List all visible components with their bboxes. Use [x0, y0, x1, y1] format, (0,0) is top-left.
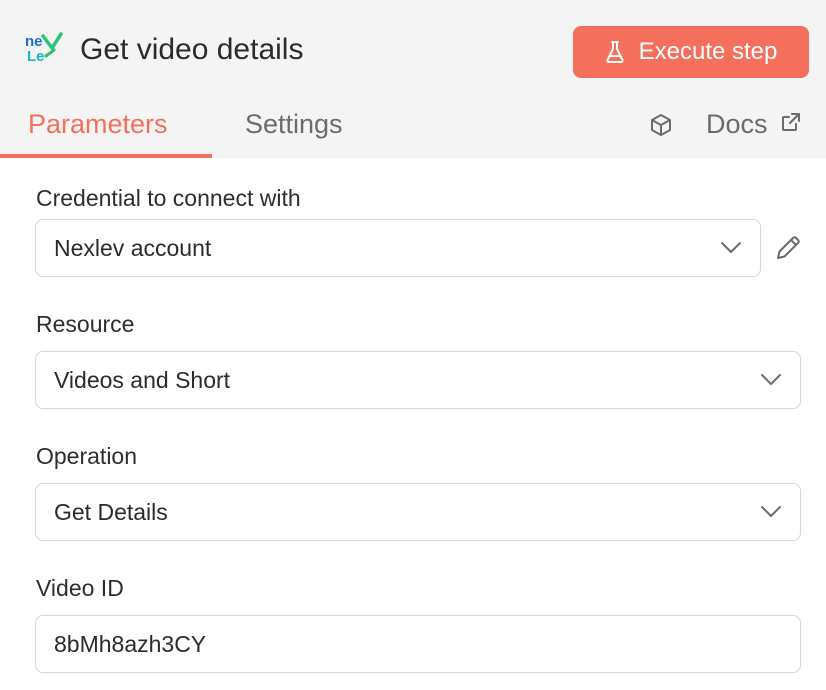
operation-value: Get Details — [54, 498, 168, 525]
credential-label: Credential to connect with — [36, 185, 301, 211]
svg-text:Le: Le — [27, 48, 45, 65]
operation-select[interactable]: Get Details — [35, 483, 801, 541]
credential-select[interactable]: Nexlev account — [35, 219, 761, 277]
cube-icon[interactable] — [648, 112, 674, 138]
flask-icon — [605, 40, 625, 64]
operation-label: Operation — [36, 443, 138, 469]
node-title: Get video details — [80, 33, 304, 66]
execute-step-label: Execute step — [638, 38, 778, 65]
chevron-down-icon — [721, 242, 741, 253]
tab-parameters[interactable]: Parameters — [28, 106, 168, 142]
resource-select[interactable]: Videos and Short — [35, 351, 801, 409]
active-tab-indicator — [0, 154, 212, 158]
video-id-value: 8bMh8azh3CY — [54, 630, 207, 657]
video-id-label: Video ID — [36, 575, 124, 601]
video-id-input[interactable]: 8bMh8azh3CY — [35, 615, 801, 673]
tab-settings[interactable]: Settings — [245, 106, 343, 142]
nexlev-logo-icon: ne Le — [24, 30, 64, 66]
credential-value: Nexlev account — [54, 234, 212, 261]
docs-link[interactable]: Docs — [706, 106, 802, 142]
resource-label: Resource — [36, 311, 135, 337]
pencil-icon[interactable] — [774, 234, 802, 262]
resource-value: Videos and Short — [54, 366, 231, 393]
docs-label: Docs — [706, 109, 768, 139]
external-link-icon — [780, 106, 802, 142]
node-header: ne Le Get video details Execute step Par… — [0, 0, 826, 158]
execute-step-button[interactable]: Execute step — [573, 26, 809, 78]
chevron-down-icon — [761, 374, 781, 385]
chevron-down-icon — [761, 506, 781, 517]
